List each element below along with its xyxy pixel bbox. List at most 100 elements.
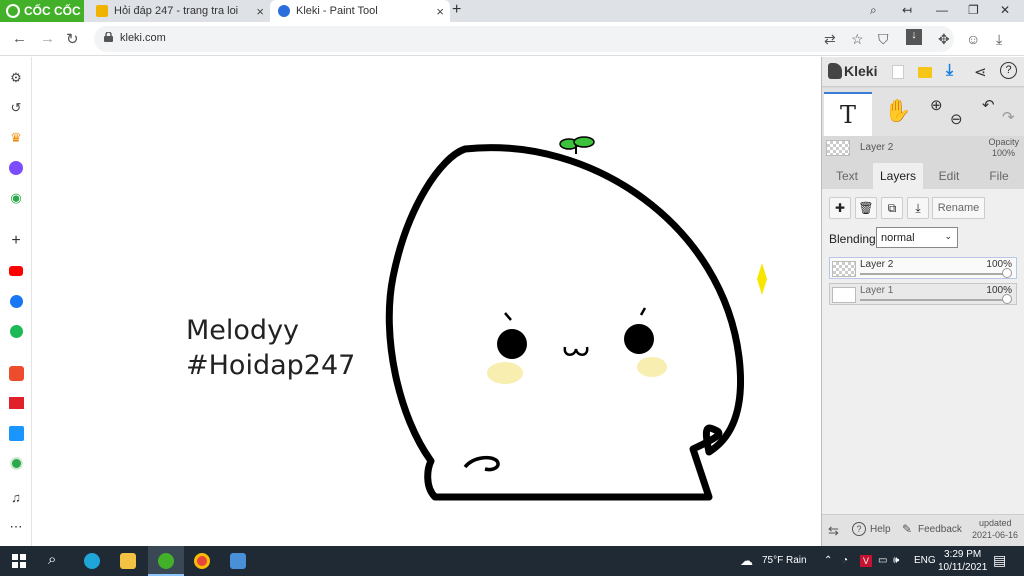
feedback-icon[interactable]: ✎ [902, 522, 912, 536]
character-drawing [385, 136, 767, 501]
football-icon[interactable] [8, 455, 24, 471]
drawing-canvas[interactable]: Melodyy #Hoidap247 [33, 57, 821, 546]
redo-icon[interactable]: ↷ [1002, 108, 1015, 126]
search-icon[interactable]: ⌕ [48, 551, 56, 568]
zoom-in-icon[interactable]: ⊕ [930, 96, 943, 114]
add-sidebar-icon[interactable]: + [8, 232, 24, 249]
help-icon[interactable]: ? [1000, 62, 1017, 79]
windows-start-icon[interactable] [12, 554, 26, 568]
close-tab-icon[interactable]: × [436, 4, 444, 19]
tiki-icon[interactable] [8, 425, 24, 441]
layers-panel: ✚ 🗑 ⧉ ⤓ Rename Blending normal ⌄ Layer 2… [822, 189, 1024, 514]
bookmark-star-icon[interactable]: ☆ [851, 31, 864, 48]
current-layer-bar: Layer 2 Opacity 100% [822, 136, 1024, 162]
minimize-icon[interactable]: — [936, 3, 948, 17]
chevron-down-icon: ⌄ [944, 231, 952, 241]
layer-row[interactable]: Layer 2 100% [829, 257, 1017, 279]
share-icon[interactable]: ⋖ [974, 63, 987, 81]
gamepad-icon[interactable]: ◉ [8, 190, 24, 206]
clock-time[interactable]: 3:29 PM [944, 549, 981, 560]
save-download-icon[interactable]: ⤓ [946, 62, 953, 80]
extensions-icon[interactable]: ✥ [938, 31, 950, 48]
weather-text[interactable]: 75°F Rain [762, 555, 807, 566]
settings-gear-icon[interactable]: ⚙ [8, 70, 24, 86]
browser-brand[interactable]: CỐC CỐC [0, 0, 84, 22]
tab-edit[interactable]: Edit [924, 163, 974, 189]
vtv-icon[interactable] [8, 395, 24, 411]
blending-select[interactable]: normal ⌄ [876, 227, 958, 248]
layer-opacity-slider[interactable] [860, 273, 1006, 275]
volume-icon[interactable]: 🕪 [893, 555, 899, 566]
back-tabs-icon[interactable]: ↤ [902, 3, 912, 17]
feedback-link[interactable]: Feedback [918, 524, 962, 535]
rename-button[interactable]: Rename [932, 197, 985, 219]
clock-date[interactable]: 10/11/2021 [938, 562, 987, 573]
downloads-icon[interactable]: ⤓ [996, 31, 1002, 48]
new-tab-icon[interactable]: + [452, 1, 461, 19]
tab-layers[interactable]: Layers [873, 163, 923, 189]
network-icon[interactable]: ◔ [842, 555, 848, 566]
back-icon[interactable]: ← [12, 30, 27, 47]
search-tabs-icon[interactable]: ⌕ [870, 3, 877, 18]
forward-icon[interactable]: → [40, 30, 55, 47]
more-icon[interactable]: ⋯ [8, 519, 24, 535]
restore-icon[interactable]: ❐ [968, 3, 979, 17]
left-blush [487, 362, 523, 384]
kleki-title: Kleki [844, 63, 878, 79]
crown-icon[interactable]: ♛ [8, 130, 24, 146]
file-explorer-icon[interactable] [120, 553, 136, 569]
notifications-icon[interactable]: ▤ [993, 552, 1006, 569]
translate-icon[interactable]: ⇄ [824, 31, 836, 48]
edge-icon[interactable] [84, 553, 100, 569]
download-page-icon[interactable]: ↓ [906, 29, 922, 45]
photos-icon[interactable] [230, 553, 246, 569]
shield-icon[interactable]: ⛉ [878, 31, 889, 48]
layer-row[interactable]: Layer 1 100% [829, 283, 1017, 305]
hand-tool-icon[interactable]: ✋ [884, 98, 911, 124]
help-link[interactable]: Help [870, 524, 891, 535]
merge-layer-icon[interactable]: ⤓ [907, 197, 929, 219]
history-icon[interactable]: ↺ [8, 100, 24, 116]
layer-thumbnail [832, 287, 856, 303]
profile-icon[interactable]: ☺ [966, 31, 980, 47]
tab-hoidap[interactable]: Hỏi đáp 247 - trang tra loi × [88, 0, 270, 22]
close-window-icon[interactable]: ✕ [1000, 3, 1010, 17]
layer-opacity-knob[interactable] [1002, 268, 1012, 278]
spotify-icon[interactable] [8, 323, 24, 339]
blending-value: normal [881, 231, 915, 244]
notification-bell-icon[interactable]: ♫ [8, 489, 24, 505]
facebook-icon[interactable] [8, 293, 24, 309]
text-tool-icon[interactable]: T [824, 92, 872, 136]
duplicate-layer-icon[interactable]: ⧉ [881, 197, 903, 219]
app-tray-icon[interactable]: V [860, 555, 872, 567]
shopee-icon[interactable] [8, 365, 24, 381]
language-indicator[interactable]: ENG [914, 555, 936, 566]
messenger-icon[interactable] [8, 160, 24, 176]
tab-file[interactable]: File [974, 163, 1024, 189]
zoom-out-icon[interactable]: ⊖ [950, 110, 963, 128]
lock-icon [104, 32, 113, 42]
tray-chevron-icon[interactable]: ⌃ [824, 555, 832, 566]
delete-layer-icon[interactable]: 🗑 [855, 197, 877, 219]
tab-text[interactable]: Text [822, 163, 872, 189]
weather-icon: ☁ [740, 553, 753, 568]
help-circle-icon[interactable]: ? [852, 522, 866, 536]
new-image-icon[interactable] [892, 65, 904, 79]
kleki-panel: Kleki ⤓ ⋖ ? T ✋ ⊕ ⊖ ↶ ↷ Layer 2 Opacity … [821, 57, 1024, 546]
kleki-logo-icon [828, 63, 842, 79]
swap-side-icon[interactable]: ⇆ [828, 523, 839, 539]
tab-kleki[interactable]: Kleki - Paint Tool × [270, 0, 450, 22]
layer-opacity-slider[interactable] [860, 299, 1006, 301]
battery-icon[interactable]: ▭ [878, 555, 887, 566]
reload-icon[interactable]: ↻ [66, 30, 79, 48]
add-layer-icon[interactable]: ✚ [829, 197, 851, 219]
youtube-icon[interactable] [8, 263, 24, 279]
browser-sidebar: ⚙ ↺ ♛ ◉ + ♫ ⋯ [0, 57, 32, 546]
close-tab-icon[interactable]: × [256, 4, 264, 19]
layer-opacity-knob[interactable] [1002, 294, 1012, 304]
character-body [385, 144, 745, 501]
open-folder-icon[interactable] [918, 67, 932, 78]
chrome-icon[interactable] [194, 553, 210, 569]
undo-icon[interactable]: ↶ [982, 96, 995, 114]
blending-label: Blending [829, 232, 876, 246]
